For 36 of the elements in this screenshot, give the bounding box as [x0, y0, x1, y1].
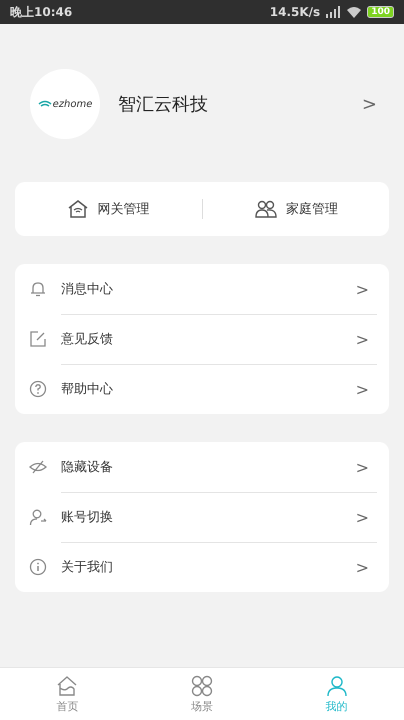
battery-icon: 100: [367, 6, 394, 18]
house-wifi-icon: [67, 198, 90, 220]
bell-icon: [29, 280, 47, 298]
wifi-icon: [346, 6, 362, 18]
profile-name[interactable]: 智汇云科技: [118, 92, 362, 116]
clover-icon: [190, 674, 214, 696]
menu-item[interactable]: 帮助中心 >: [15, 364, 389, 414]
quick-action-button[interactable]: 网关管理: [15, 189, 202, 229]
people-icon: [254, 198, 278, 220]
logo-text: ezhome: [52, 98, 92, 110]
menu-item[interactable]: 关于我们 >: [15, 542, 389, 592]
info-icon: [29, 558, 47, 576]
chevron-icon: >: [356, 508, 369, 526]
wifi-icon: [38, 100, 52, 108]
hidden-eye-icon: [29, 458, 47, 476]
network-speed: 14.5K/s: [270, 5, 320, 19]
signal-icon: [325, 6, 342, 18]
edit-icon: [29, 330, 47, 348]
status-time: 晚上10:46: [10, 4, 72, 20]
quick-action-button[interactable]: 家庭管理: [202, 189, 389, 229]
person-icon: [324, 674, 349, 696]
chevron-icon: >: [356, 330, 369, 348]
chevron-icon: >: [356, 558, 369, 576]
chevron-icon: >: [356, 380, 369, 398]
menu-item[interactable]: 意见反馈 >: [15, 314, 389, 364]
menu-item[interactable]: 隐藏设备 >: [15, 442, 389, 492]
tab[interactable]: 场景: [134, 668, 270, 720]
menu-item[interactable]: 消息中心 >: [15, 264, 389, 314]
logo-avatar[interactable]: ezhome: [30, 69, 100, 139]
chevron-icon[interactable]: >: [362, 94, 377, 114]
tab[interactable]: 首页: [0, 668, 135, 720]
menu-item[interactable]: 账号切换 >: [15, 492, 389, 542]
user-switch-icon: [29, 508, 47, 526]
chevron-icon: >: [356, 458, 369, 476]
chevron-icon: >: [356, 280, 369, 298]
help-icon: [29, 380, 47, 398]
